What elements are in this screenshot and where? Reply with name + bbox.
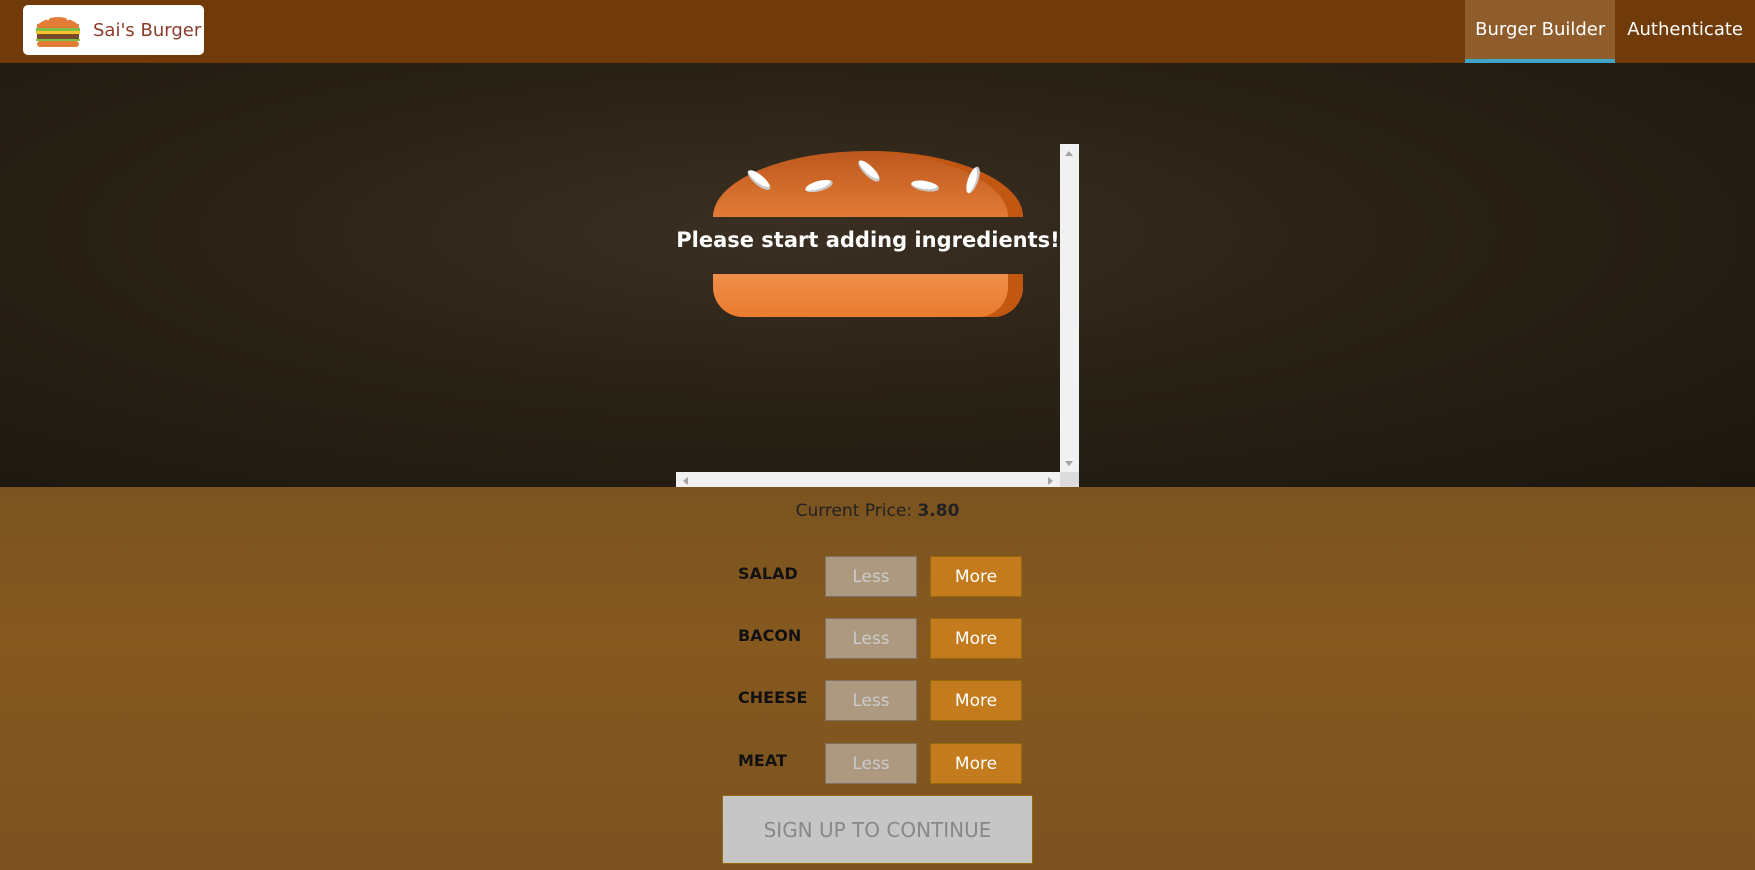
- sign-up-to-continue-button[interactable]: SIGN UP TO CONTINUE: [722, 795, 1033, 864]
- scroll-right-arrow-icon[interactable]: [1048, 477, 1053, 485]
- current-price: Current Price: 3.80: [0, 501, 1755, 521]
- main-nav: Burger Builder Authenticate: [1465, 0, 1755, 63]
- bread-bottom: [713, 274, 1023, 317]
- seed: [910, 178, 940, 194]
- ingredient-label: SALAD: [738, 564, 798, 583]
- price-value: 3.80: [917, 501, 960, 521]
- toolbar: Sai's Burger Burger Builder Authenticate: [0, 0, 1755, 63]
- price-label: Current Price:: [795, 501, 913, 521]
- cheese-less-button[interactable]: Less: [825, 680, 917, 721]
- meat-less-button[interactable]: Less: [825, 743, 917, 784]
- control-row-cheese: CHEESE Less More: [738, 678, 1038, 722]
- ingredient-label: CHEESE: [738, 688, 808, 707]
- bacon-less-button[interactable]: Less: [825, 618, 917, 659]
- nav-item-authenticate[interactable]: Authenticate: [1615, 0, 1755, 63]
- burger-viewport: Please start adding ingredients!: [676, 144, 1079, 490]
- scroll-left-arrow-icon[interactable]: [683, 477, 688, 485]
- salad-more-button[interactable]: More: [930, 556, 1022, 597]
- empty-burger-message: Please start adding ingredients!: [676, 228, 1060, 252]
- burger-preview-area: Please start adding ingredients!: [0, 63, 1755, 490]
- ingredient-label: BACON: [738, 626, 802, 645]
- seed: [963, 165, 983, 195]
- salad-less-button[interactable]: Less: [825, 556, 917, 597]
- scroll-up-arrow-icon[interactable]: [1065, 151, 1073, 156]
- control-row-salad: SALAD Less More: [738, 554, 1038, 598]
- seed: [804, 177, 834, 195]
- bacon-more-button[interactable]: More: [930, 618, 1022, 659]
- control-row-meat: MEAT Less More: [738, 741, 1038, 785]
- ingredient-label: MEAT: [738, 751, 787, 770]
- seed: [745, 167, 773, 193]
- meat-more-button[interactable]: More: [930, 743, 1022, 784]
- brand-name: Sai's Burger: [93, 19, 202, 41]
- nav-item-burger-builder[interactable]: Burger Builder: [1465, 0, 1616, 63]
- burger-logo-icon: [36, 14, 80, 47]
- scroll-down-arrow-icon[interactable]: [1065, 461, 1073, 466]
- logo[interactable]: Sai's Burger: [23, 5, 204, 55]
- cheese-more-button[interactable]: More: [930, 680, 1022, 721]
- burger: Please start adding ingredients!: [676, 144, 1060, 472]
- control-row-bacon: BACON Less More: [738, 616, 1038, 660]
- vertical-scrollbar[interactable]: [1060, 144, 1079, 472]
- bread-top: [713, 151, 1023, 217]
- build-controls: Current Price: 3.80 SALAD Less More BACO…: [0, 487, 1755, 870]
- seed: [855, 157, 883, 185]
